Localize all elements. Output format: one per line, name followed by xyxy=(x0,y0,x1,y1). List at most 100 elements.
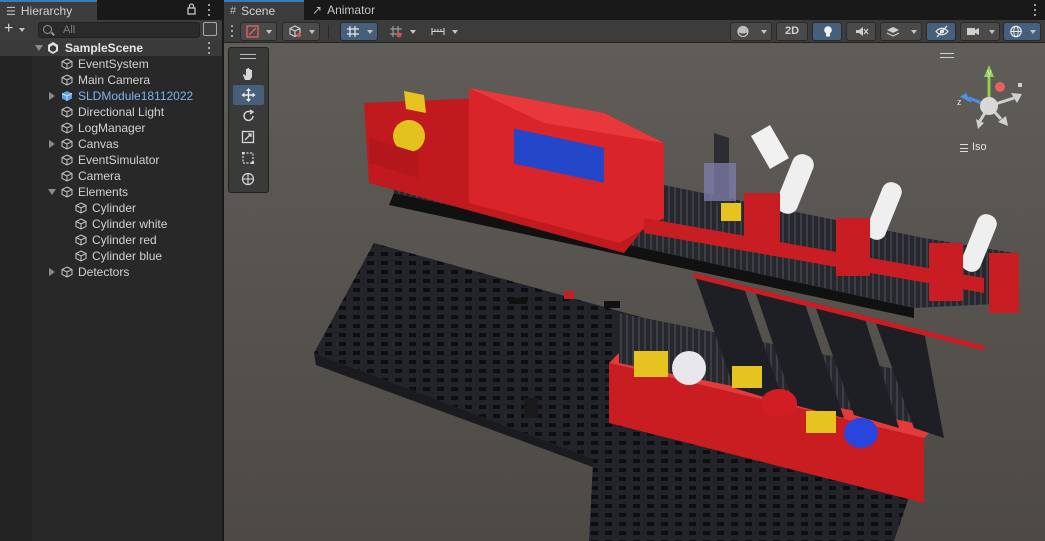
list-item[interactable]: Main Camera xyxy=(0,72,222,88)
chevron-down-icon xyxy=(761,30,767,34)
scene-viewport[interactable]: y z Iso xyxy=(224,43,1045,541)
list-item[interactable]: Camera xyxy=(0,168,222,184)
rotate-tool-button[interactable] xyxy=(233,106,264,126)
scene-row[interactable]: SampleScene xyxy=(0,40,222,56)
lighting-toggle-button[interactable] xyxy=(812,22,842,41)
grid-snap-icon xyxy=(347,26,359,37)
lock-icon[interactable] xyxy=(187,3,196,15)
list-item[interactable]: Detectors xyxy=(0,264,222,280)
cube-outline-icon xyxy=(75,234,87,246)
chevron-down-icon xyxy=(309,30,315,34)
search-filter-icon[interactable] xyxy=(203,22,217,36)
tab-hierarchy[interactable]: ☰ Hierarchy xyxy=(0,0,97,20)
camera-icon xyxy=(967,28,979,35)
scale-tool-button[interactable] xyxy=(233,127,264,147)
list-item[interactable]: SLDModule18112022 xyxy=(0,88,222,104)
scene-toolbar: 2D xyxy=(224,20,1045,43)
expand-arrow-icon[interactable] xyxy=(49,140,55,148)
cube-outline-icon xyxy=(75,250,87,262)
cube-outline-icon xyxy=(61,74,73,86)
expand-arrow-icon[interactable] xyxy=(49,268,55,276)
hierarchy-panel: ☰ Hierarchy + All SampleScene EventSyste… xyxy=(0,0,222,541)
list-item[interactable]: EventSystem xyxy=(0,56,222,72)
scene-tabbar: # Scene ↗ Animator xyxy=(224,0,1045,20)
tab-scene[interactable]: # Scene xyxy=(224,0,304,20)
item-label: Main Camera xyxy=(78,73,151,87)
draw-mode-dropdown[interactable] xyxy=(240,22,277,41)
list-item[interactable]: Elements xyxy=(0,184,222,200)
projection-icon xyxy=(960,144,968,152)
list-item[interactable]: Cylinder xyxy=(0,200,222,216)
item-label: Canvas xyxy=(78,137,119,151)
cube-outline-icon xyxy=(75,202,87,214)
overlay-grip-icon[interactable] xyxy=(240,54,256,59)
rotate-icon xyxy=(243,109,255,122)
gizmo-grip-icon[interactable] xyxy=(940,53,954,58)
chevron-down-icon xyxy=(1030,30,1036,34)
list-item[interactable]: Cylinder blue xyxy=(0,248,222,264)
chevron-down-icon xyxy=(989,30,995,34)
effects-dropdown[interactable] xyxy=(880,22,922,41)
list-item[interactable]: Directional Light xyxy=(0,104,222,120)
render-mode-dropdown[interactable] xyxy=(282,22,320,41)
grid-snap-dropdown[interactable] xyxy=(340,22,378,41)
move-tool-button[interactable] xyxy=(233,85,264,105)
item-label: SLDModule18112022 xyxy=(78,89,194,103)
hand-icon xyxy=(243,68,252,80)
scene-panel: # Scene ↗ Animator 2D y z Iso xyxy=(224,0,1045,541)
unity-scene-icon xyxy=(48,42,58,54)
ruler-dropdown[interactable] xyxy=(425,22,463,41)
list-item[interactable]: Cylinder white xyxy=(0,216,222,232)
mute-audio-icon xyxy=(856,27,869,36)
hierarchy-search-input[interactable]: All xyxy=(38,22,200,38)
factory-model-render xyxy=(224,43,1045,541)
audio-toggle-button[interactable] xyxy=(846,22,876,41)
sphere-icon xyxy=(737,25,749,38)
scene-lighting-dropdown[interactable] xyxy=(730,22,772,41)
hierarchy-menu-icon[interactable] xyxy=(207,4,211,16)
transform-tool-button[interactable] xyxy=(233,169,264,189)
expand-arrow-icon[interactable] xyxy=(35,45,43,51)
hidden-objects-toggle[interactable] xyxy=(926,22,956,41)
animator-icon: ↗ xyxy=(312,3,323,17)
cube-render-icon xyxy=(289,25,302,38)
item-label: Detectors xyxy=(78,265,130,279)
rect-transform-icon xyxy=(242,152,254,164)
transform-globe-icon xyxy=(241,172,255,186)
move-arrows-icon xyxy=(241,88,256,102)
projection-label[interactable]: Iso xyxy=(972,141,987,153)
2d-toggle-button[interactable]: 2D xyxy=(776,22,808,41)
hierarchy-tabbar: ☰ Hierarchy xyxy=(0,0,222,20)
layers-effects-icon xyxy=(886,27,900,37)
list-item[interactable]: Cylinder red xyxy=(0,232,222,248)
item-label: EventSystem xyxy=(78,57,149,71)
increment-snap-dropdown[interactable] xyxy=(383,22,421,41)
hand-tool-button[interactable] xyxy=(233,64,264,84)
unity-editor: ☰ Hierarchy + All SampleScene EventSyste… xyxy=(0,0,1045,541)
orientation-gizmo[interactable]: y z xyxy=(944,61,1034,151)
grid-icon: # xyxy=(230,5,237,17)
eye-slash-icon xyxy=(935,25,949,38)
camera-settings-dropdown[interactable] xyxy=(960,22,1000,41)
tab-hierarchy-label: Hierarchy xyxy=(20,4,73,18)
tab-animator[interactable]: ↗ Animator xyxy=(306,0,386,20)
2d-label: 2D xyxy=(784,25,800,37)
gizmo-globe-icon xyxy=(1010,25,1022,38)
chevron-down-icon xyxy=(266,30,272,34)
cube-outline-icon xyxy=(61,154,73,166)
chevron-down-icon xyxy=(367,30,373,34)
expand-arrow-icon[interactable] xyxy=(49,92,55,100)
rect-tool-button[interactable] xyxy=(233,148,264,168)
scene-menu-icon[interactable] xyxy=(1033,4,1037,16)
search-placeholder: All xyxy=(63,24,76,36)
list-item[interactable]: EventSimulator xyxy=(0,152,222,168)
list-item[interactable]: Canvas xyxy=(0,136,222,152)
item-label: Cylinder xyxy=(92,201,137,215)
item-label: EventSimulator xyxy=(78,153,160,167)
scene-menu-icon[interactable] xyxy=(207,42,211,54)
tool-overlay xyxy=(228,47,269,193)
create-button[interactable]: + xyxy=(4,21,32,38)
expand-arrow-icon[interactable] xyxy=(48,189,56,195)
gizmos-dropdown[interactable] xyxy=(1003,22,1041,41)
list-item[interactable]: LogManager xyxy=(0,120,222,136)
